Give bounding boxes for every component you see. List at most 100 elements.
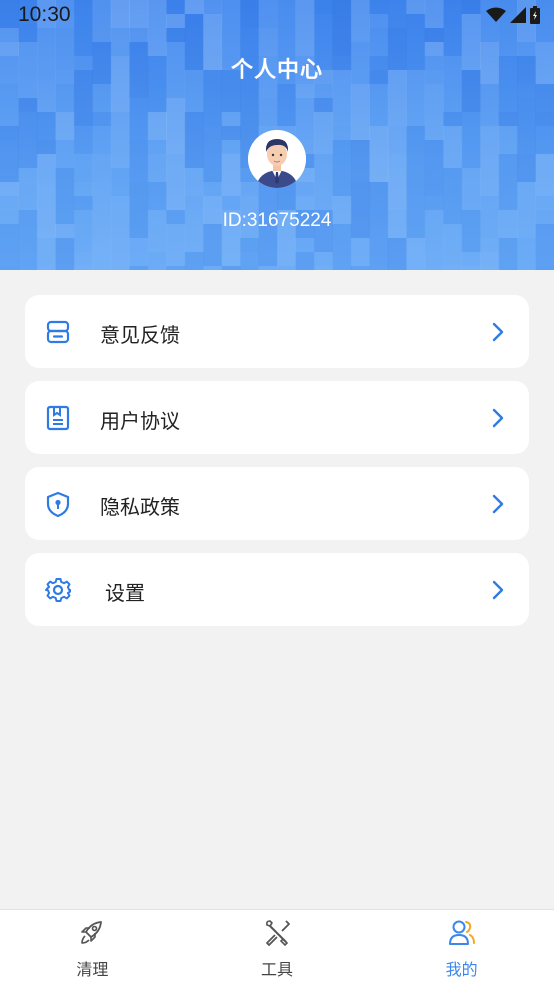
mosaic-block — [313, 266, 333, 270]
mosaic-block — [36, 154, 56, 182]
mosaic-block — [129, 266, 149, 270]
mosaic-block — [55, 112, 75, 140]
menu-item-label: 隐私政策 — [100, 495, 180, 519]
mosaic-block — [36, 140, 56, 154]
tab-tools[interactable]: 工具 — [185, 910, 370, 984]
mosaic-block — [18, 252, 38, 270]
mosaic-block — [480, 252, 500, 270]
menu-item-privacy-policy[interactable]: 隐私政策 — [25, 467, 529, 540]
mosaic-block — [313, 84, 333, 98]
mosaic-block — [424, 196, 444, 210]
mosaic-block — [73, 154, 93, 182]
mosaic-block — [221, 140, 241, 154]
mosaic-block — [517, 154, 537, 182]
mosaic-block — [387, 154, 407, 210]
mosaic-block — [221, 196, 241, 210]
tab-mine[interactable]: 我的 — [369, 910, 554, 984]
mosaic-block — [424, 84, 444, 140]
mosaic-block — [295, 84, 315, 98]
mosaic-block — [129, 98, 149, 140]
mosaic-block — [313, 154, 333, 210]
mosaic-block — [313, 112, 333, 154]
mosaic-block — [295, 182, 315, 196]
battery-icon — [530, 6, 540, 24]
mosaic-block — [73, 252, 93, 266]
settings-menu: 意见反馈 用户协议 隐私政策 设置 — [25, 295, 529, 639]
mosaic-block — [350, 84, 370, 140]
mosaic-block — [0, 196, 19, 210]
mosaic-block — [55, 84, 75, 112]
mosaic-block — [0, 266, 19, 270]
gear-icon — [45, 578, 71, 602]
bottom-tab-bar: 清理 工具 我的 — [0, 909, 554, 984]
mosaic-block — [0, 84, 19, 126]
tab-label: 工具 — [261, 960, 294, 979]
mosaic-block — [498, 112, 518, 126]
mosaic-block — [313, 98, 333, 112]
mosaic-block — [55, 238, 75, 270]
mosaic-block — [36, 238, 56, 270]
mosaic-block — [0, 182, 19, 196]
mosaic-block — [535, 196, 554, 210]
mosaic-block — [443, 126, 463, 168]
mosaic-block — [92, 252, 112, 270]
mosaic-block — [36, 84, 56, 112]
mosaic-block — [221, 126, 241, 140]
mosaic-block — [110, 238, 130, 270]
mosaic-block — [147, 252, 167, 270]
mosaic-block — [332, 126, 352, 140]
mosaic-block — [406, 238, 426, 270]
mosaic-block — [147, 140, 167, 154]
chevron-right-icon — [492, 580, 504, 600]
mosaic-block — [166, 266, 186, 270]
mosaic-block — [517, 98, 537, 154]
mosaic-block — [0, 140, 19, 182]
mosaic-block — [258, 98, 278, 126]
mosaic-block — [461, 112, 481, 168]
mosaic-block — [350, 266, 370, 270]
mosaic-block — [55, 140, 75, 168]
profile-header: 10:30 个人中心 ID:31675224 — [0, 0, 554, 270]
mosaic-block — [73, 126, 93, 154]
menu-item-label: 意见反馈 — [100, 323, 180, 347]
mosaic-block — [258, 266, 278, 270]
mosaic-block — [498, 154, 518, 210]
chevron-right-icon — [492, 494, 504, 514]
mosaic-block — [0, 126, 19, 140]
mosaic-block — [92, 84, 112, 112]
mosaic-block — [184, 112, 204, 168]
mosaic-block — [480, 126, 500, 154]
menu-item-settings[interactable]: 设置 — [25, 553, 529, 626]
mosaic-block — [147, 154, 167, 182]
mosaic-block — [443, 112, 463, 126]
tab-clean[interactable]: 清理 — [0, 910, 185, 984]
menu-item-feedback[interactable]: 意见反馈 — [25, 295, 529, 368]
menu-item-label: 用户协议 — [100, 409, 180, 433]
mosaic-block — [36, 112, 56, 140]
mosaic-block — [517, 238, 537, 270]
mosaic-block — [517, 84, 537, 98]
mosaic-block — [480, 238, 500, 252]
mosaic-block — [535, 112, 554, 126]
mosaic-block — [277, 84, 296, 126]
mosaic-block — [461, 266, 481, 270]
chevron-right-icon — [492, 408, 504, 428]
mosaic-block — [73, 196, 93, 210]
mosaic-block — [92, 154, 112, 182]
avatar[interactable] — [248, 130, 306, 188]
mosaic-block — [295, 252, 315, 270]
mosaic-block — [295, 196, 315, 210]
mosaic-block — [461, 168, 481, 210]
mosaic-block — [240, 182, 260, 196]
user-id: ID:31675224 — [222, 210, 332, 231]
mosaic-block — [240, 252, 260, 266]
mosaic-block — [277, 266, 296, 270]
menu-item-user-agreement[interactable]: 用户协议 — [25, 381, 529, 454]
mosaic-block — [110, 168, 130, 196]
status-bar: 10:30 — [0, 0, 554, 34]
mosaic-block — [147, 112, 167, 140]
mosaic-block — [73, 182, 93, 196]
user-icon — [448, 920, 475, 945]
mosaic-block — [535, 154, 554, 196]
mosaic-block — [369, 126, 389, 182]
